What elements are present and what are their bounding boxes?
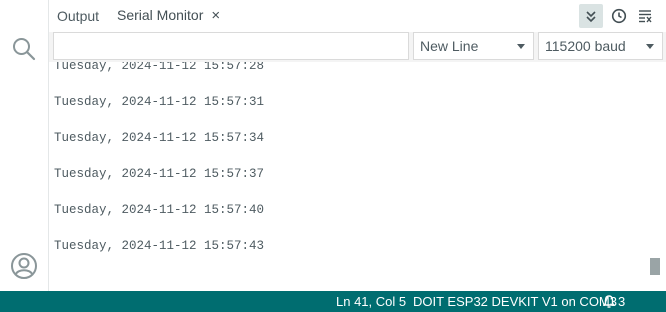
line-ending-value: New Line (420, 38, 479, 54)
autoscroll-button[interactable] (579, 4, 603, 28)
activity-sidebar (0, 0, 49, 291)
toggle-timestamp-button[interactable] (607, 4, 631, 28)
bell-icon (603, 295, 615, 308)
output-line: Tuesday, 2024-11-12 15:57:37 (54, 167, 265, 181)
notifications-button[interactable]: 3 (603, 291, 625, 312)
timestamp-icon (611, 8, 627, 24)
output-line: Tuesday, 2024-11-12 15:57:31 (54, 95, 265, 109)
output-line: Tuesday, 2024-11-12 15:57:34 (54, 131, 265, 145)
serial-output[interactable]: Tuesday, 2024-11-12 15:57:28 Tuesday, 20… (49, 62, 666, 291)
tab-serial-monitor[interactable]: Serial Monitor × (109, 0, 229, 32)
output-line: Tuesday, 2024-11-12 15:57:43 (54, 239, 265, 253)
chevron-down-icon (646, 44, 654, 49)
message-input[interactable] (53, 32, 409, 60)
close-icon[interactable]: × (211, 7, 220, 24)
baud-rate-value: 115200 baud (545, 38, 626, 54)
cursor-position[interactable]: Ln 41, Col 5 (336, 291, 406, 312)
tab-output[interactable]: Output (49, 0, 107, 32)
scrollbar-thumb[interactable] (650, 258, 660, 275)
output-line: Tuesday, 2024-11-12 15:57:28 (54, 62, 265, 73)
status-bar: Ln 41, Col 5 DOIT ESP32 DEVKIT V1 on COM… (0, 291, 666, 312)
search-icon[interactable] (0, 36, 48, 62)
line-ending-select[interactable]: New Line (413, 32, 534, 60)
clear-output-button[interactable] (633, 4, 657, 28)
autoscroll-icon (586, 11, 596, 23)
account-icon[interactable] (0, 252, 48, 280)
tab-serial-monitor-label: Serial Monitor (117, 7, 204, 23)
notification-count: 3 (618, 294, 626, 309)
sketchbook-icon[interactable] (0, 0, 48, 10)
output-line: Tuesday, 2024-11-12 15:57:40 (54, 203, 265, 217)
serial-input-toolbar: New Line 115200 baud (49, 32, 666, 62)
tab-output-label: Output (57, 8, 100, 24)
panel-tab-bar: Output Serial Monitor × (49, 0, 666, 33)
chevron-down-icon (517, 44, 525, 49)
clear-output-icon (639, 10, 652, 23)
board-port-status[interactable]: DOIT ESP32 DEVKIT V1 on COM3 (413, 291, 617, 312)
baud-rate-select[interactable]: 115200 baud (538, 32, 663, 60)
